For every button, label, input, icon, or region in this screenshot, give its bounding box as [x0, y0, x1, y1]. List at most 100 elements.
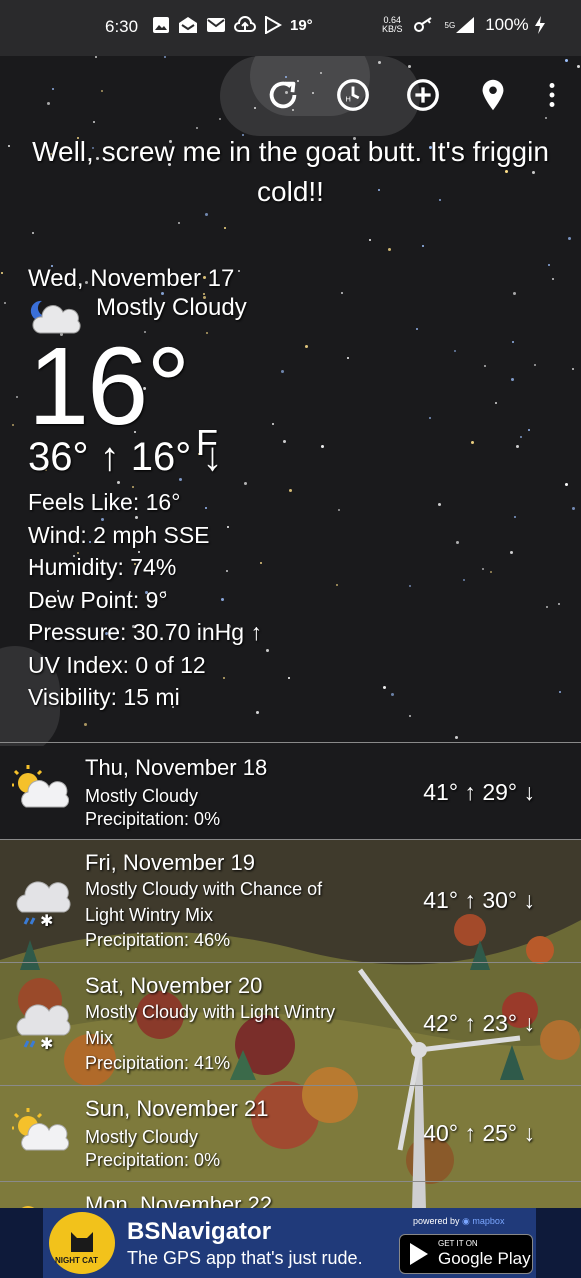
google-play-badge[interactable]: GET IT ON Google Play — [399, 1234, 533, 1274]
hourly-button[interactable]: H — [332, 74, 374, 116]
star-decoration — [196, 127, 198, 129]
star-decoration — [52, 88, 54, 90]
star-decoration — [528, 429, 530, 431]
signal-icon — [456, 17, 475, 33]
mail-icon — [207, 18, 225, 32]
star-decoration — [409, 715, 411, 717]
forecast-row[interactable]: Sun, November 21 Mostly Cloudy Precipita… — [0, 1085, 581, 1181]
star-decoration — [438, 503, 441, 506]
star-decoration — [456, 541, 459, 544]
net-speed-unit: KB/S — [382, 24, 403, 34]
store-small-label: GET IT ON — [438, 1239, 478, 1248]
star-decoration — [482, 568, 484, 570]
forecast-list[interactable]: Thu, November 18 Mostly Cloudy Precipita… — [0, 742, 581, 1211]
temp-unit: F — [196, 422, 218, 463]
humidity: Humidity: 74% — [28, 554, 177, 580]
system-icons: 0.64 KB/S 5G 100% — [382, 15, 547, 35]
powered-by-label: powered by — [413, 1216, 460, 1226]
forecast-row[interactable]: ✱ Sat, November 20 Mostly Cloudy with Li… — [0, 962, 581, 1085]
forecast-date: Fri, November 19 — [85, 850, 255, 875]
star-decoration — [514, 516, 516, 518]
star-decoration — [454, 350, 456, 352]
battery-level: 100% — [485, 15, 529, 34]
image-notification-icon — [153, 17, 169, 33]
snarky-message: Well, screw me in the goat butt. It's fr… — [32, 136, 549, 207]
ad-title[interactable]: BSNavigator — [127, 1218, 271, 1246]
star-decoration — [164, 56, 166, 58]
svg-text:✱: ✱ — [40, 1034, 53, 1053]
forecast-row[interactable]: Thu, November 18 Mostly Cloudy Precipita… — [0, 742, 581, 839]
ad-logo[interactable]: NIGHT CAT — [49, 1212, 115, 1274]
star-decoration — [321, 445, 324, 448]
current-condition: Mostly Cloudy — [96, 294, 247, 321]
star-decoration — [429, 417, 431, 419]
star-decoration — [8, 145, 10, 147]
play-triangle-icon — [410, 1243, 428, 1265]
star-decoration — [388, 248, 391, 251]
forecast-precip: Precipitation: 0% — [85, 1150, 221, 1170]
star-decoration — [577, 65, 580, 68]
star-decoration — [178, 222, 180, 224]
star-decoration — [391, 693, 394, 696]
current-temp-block: 16° F — [28, 332, 262, 464]
uv-index: UV Index: 0 of 12 — [28, 651, 206, 678]
mapbox-icon: ◉ — [462, 1216, 470, 1226]
star-decoration — [520, 436, 522, 438]
wintry-mix-icon: ✱ — [16, 881, 71, 930]
add-location-button[interactable] — [402, 74, 444, 116]
location-pin-icon — [482, 79, 504, 111]
star-decoration — [383, 686, 386, 689]
star-decoration — [283, 440, 286, 443]
star-decoration — [552, 278, 554, 280]
ad-side-left — [0, 1208, 43, 1278]
star-decoration — [559, 691, 561, 693]
forecast-row[interactable]: Mon, November 22 — [0, 1181, 581, 1211]
play-store-icon — [265, 16, 282, 34]
add-location-icon — [407, 79, 439, 111]
status-bar: 6:30 19° 0.64 KB/S 5G 100% — [0, 0, 581, 56]
star-decoration — [516, 445, 519, 448]
star-decoration — [1, 272, 3, 274]
star-decoration — [565, 59, 568, 62]
forecast-date: Thu, November 18 — [85, 755, 268, 780]
wintry-mix-icon: ✱ — [16, 1004, 71, 1053]
star-decoration — [416, 328, 418, 330]
ad-banner[interactable]: NIGHT CAT BSNavigator The GPS app that's… — [43, 1208, 536, 1278]
star-decoration — [93, 121, 95, 123]
location-button[interactable] — [472, 74, 514, 116]
svg-text:H: H — [345, 95, 350, 104]
star-decoration — [490, 571, 492, 573]
star-decoration — [568, 237, 571, 240]
charging-icon — [534, 16, 545, 34]
mail-open-icon — [179, 17, 197, 33]
star-decoration — [510, 551, 513, 554]
partly-sunny-icon — [12, 765, 70, 808]
star-decoration — [281, 370, 284, 373]
feels-like: Feels Like: 16° — [28, 489, 181, 515]
forecast-precip: Precipitation: 41% — [85, 1053, 231, 1073]
wind: Wind: 2 mph SSE — [28, 521, 210, 548]
star-decoration — [12, 424, 14, 426]
current-conditions: Wed, November 17 Mostly Cloudy 16° F 36°… — [28, 265, 262, 714]
ad-tagline[interactable]: The GPS app that's just rude. — [127, 1248, 363, 1269]
star-decoration — [513, 292, 516, 295]
overflow-menu-button[interactable] — [542, 74, 562, 116]
forecast-hi-lo: 42° ↑ 23° ↓ — [423, 1010, 535, 1036]
star-decoration — [572, 507, 575, 510]
refresh-button[interactable] — [262, 74, 304, 116]
forecast-condition: Mostly Cloudy with Chance of Light Wintr… — [85, 879, 323, 925]
svg-text:✱: ✱ — [40, 911, 53, 930]
ad-logo-text: NIGHT CAT — [55, 1256, 98, 1265]
toolbar: H — [262, 74, 562, 116]
forecast-row[interactable]: ✱ Fri, November 19 Mostly Cloudy with Ch… — [0, 839, 581, 962]
star-decoration — [289, 489, 292, 492]
star-decoration — [347, 357, 349, 359]
star-decoration — [545, 117, 547, 119]
partly-sunny-icon — [12, 1108, 70, 1151]
star-decoration — [455, 736, 458, 739]
forecast-hi-lo: 41° ↑ 29° ↓ — [423, 779, 535, 805]
vpn-key-icon — [413, 17, 432, 32]
star-decoration — [84, 723, 87, 726]
star-decoration — [338, 509, 340, 511]
forecast-condition: Mostly Cloudy — [85, 786, 199, 806]
